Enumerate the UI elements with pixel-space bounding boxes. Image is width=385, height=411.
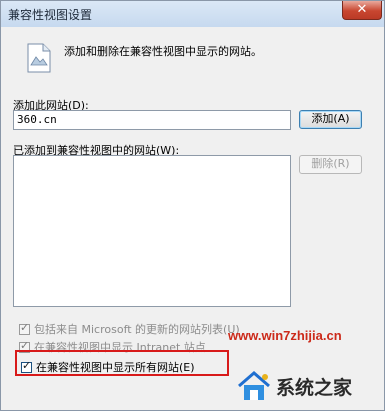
- option-label: 包括来自 Microsoft 的更新的网站列表(U): [34, 323, 240, 336]
- compatibility-view-dialog: 兼容性视图设置 ✕ 添加和删除在兼容性视图中显示的网站。 添加此网站(D): 添…: [0, 0, 385, 411]
- added-sites-list[interactable]: [13, 155, 291, 307]
- webpage-icon: [27, 43, 51, 73]
- logo-text: 系统之家: [276, 378, 353, 399]
- watermark-url: www.win7zhijia.cn: [228, 328, 342, 343]
- remove-button[interactable]: 删除(R): [299, 155, 362, 174]
- close-button[interactable]: ✕: [342, 1, 382, 20]
- close-icon: ✕: [356, 2, 368, 17]
- title-bar[interactable]: 兼容性视图设置 ✕: [1, 1, 384, 27]
- option-microsoft-list[interactable]: 包括来自 Microsoft 的更新的网站列表(U): [19, 321, 240, 337]
- site-logo: 系统之家: [232, 364, 382, 408]
- add-site-field[interactable]: [13, 110, 291, 130]
- add-site-input[interactable]: [14, 111, 290, 128]
- checkbox[interactable]: [19, 321, 30, 335]
- dialog-description: 添加和删除在兼容性视图中显示的网站。: [64, 45, 262, 58]
- add-button[interactable]: 添加(A): [299, 110, 362, 129]
- window-title: 兼容性视图设置: [8, 8, 93, 22]
- house-logo-icon: [238, 371, 270, 400]
- highlight-box: [15, 350, 229, 376]
